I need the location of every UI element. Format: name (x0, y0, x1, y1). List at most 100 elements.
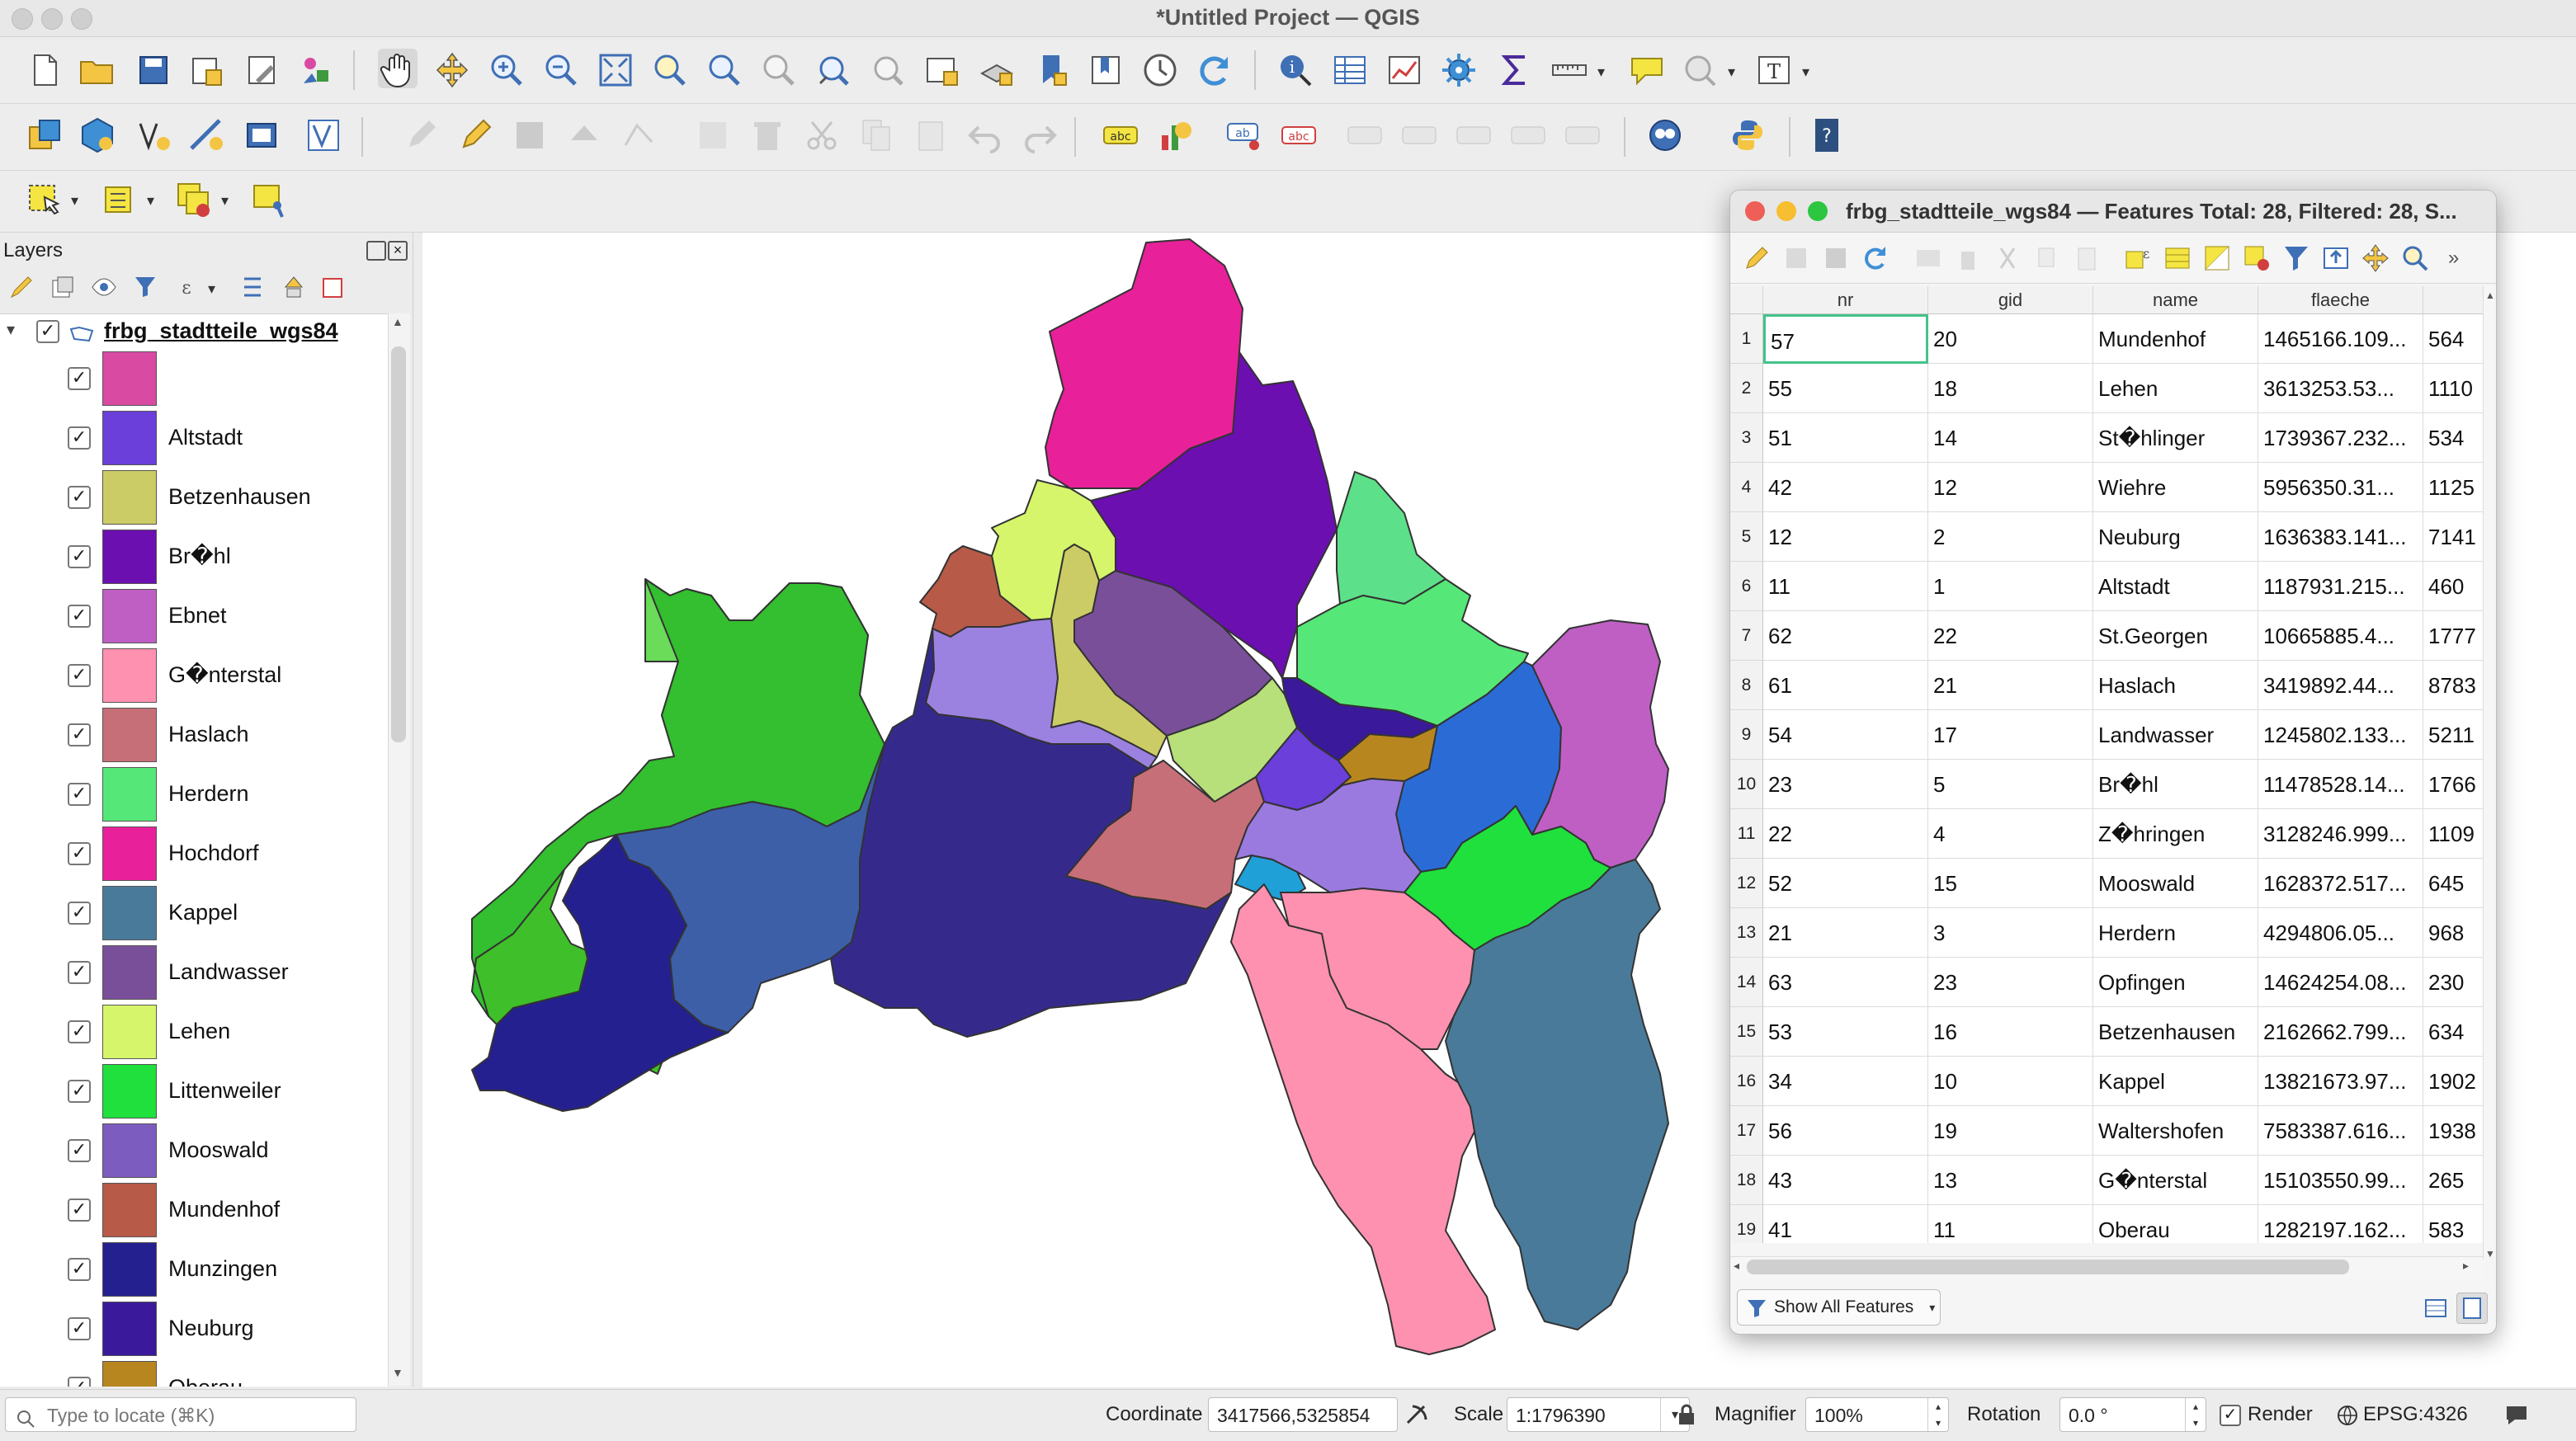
table-cell[interactable]: 1282197.162... (2258, 1205, 2423, 1243)
legend-item-checkbox[interactable]: ✓ (68, 1020, 91, 1043)
save-edits-icon[interactable] (1821, 243, 1851, 273)
paste-features-icon[interactable] (911, 115, 951, 155)
select-by-expression-icon[interactable] (101, 181, 140, 220)
zoom-to-layer-icon[interactable] (705, 50, 744, 90)
cut-icon[interactable] (1993, 243, 2022, 273)
table-cell[interactable]: 968 (2423, 908, 2483, 958)
temporal-controller-icon[interactable] (1140, 50, 1180, 90)
rotation-stepper[interactable]: ▴ ▾ (2185, 1398, 2206, 1431)
label-properties-icon[interactable] (1563, 115, 1602, 155)
table-cell[interactable]: 12 (1928, 463, 2093, 512)
table-cell[interactable]: Br�hl (2093, 760, 2258, 809)
copy-icon[interactable] (2032, 243, 2062, 273)
attribute-table-grid[interactable]: nr gid name flaeche 1 57 20 Mundenhof 1465166.1… (1730, 286, 2483, 1243)
table-cell[interactable]: 23 (1763, 760, 1928, 809)
legend-item[interactable]: ✓ Lehen (0, 1002, 388, 1062)
row-number[interactable]: 12 (1730, 859, 1763, 908)
copy-features-icon[interactable] (856, 115, 896, 155)
legend-item-checkbox[interactable]: ✓ (68, 1317, 91, 1340)
deselect-all-icon[interactable] (175, 181, 215, 220)
table-cell[interactable]: 2162662.799... (2258, 1007, 2423, 1057)
measure-line-icon[interactable] (1550, 50, 1589, 90)
new-bookmark-icon[interactable] (1031, 50, 1071, 90)
row-number[interactable]: 9 (1730, 710, 1763, 760)
new-project-icon[interactable] (25, 50, 64, 90)
filter-legend-icon[interactable] (132, 274, 158, 300)
legend-item-checkbox[interactable]: ✓ (68, 1377, 91, 1387)
table-cell[interactable]: 1938 (2423, 1106, 2483, 1156)
python-console-icon[interactable] (1728, 115, 1767, 155)
delete-selected-icon[interactable] (748, 115, 787, 155)
close-panel-icon[interactable]: × (388, 241, 408, 261)
table-cell[interactable]: Wiehre (2093, 463, 2258, 512)
legend-item[interactable]: ✓ Betzenhausen (0, 468, 388, 527)
table-cell[interactable]: Z�hringen (2093, 809, 2258, 859)
table-cell[interactable]: 1187931.215... (2258, 562, 2423, 611)
legend-item[interactable]: ✓ G�nterstal (0, 646, 388, 705)
toggle-editing-icon[interactable] (455, 115, 495, 155)
table-cell[interactable]: 1110 (2423, 364, 2483, 413)
table-cell[interactable]: 21 (1763, 908, 1928, 958)
row-number[interactable]: 15 (1730, 1007, 1763, 1057)
legend-item[interactable]: ✓ Mooswald (0, 1121, 388, 1180)
cut-features-icon[interactable] (802, 115, 842, 155)
new-3d-view-icon[interactable] (977, 50, 1017, 90)
undo-icon[interactable] (965, 115, 1005, 155)
deselect-icon[interactable] (2242, 243, 2272, 273)
column-header[interactable]: flaeche (2258, 286, 2423, 314)
row-number[interactable]: 3 (1730, 413, 1763, 463)
row-number[interactable]: 6 (1730, 562, 1763, 611)
form-view-icon[interactable] (2456, 1293, 2488, 1324)
new-virtual-layer-icon[interactable] (243, 115, 282, 155)
toggle-extents-icon[interactable] (1404, 1403, 1429, 1428)
expand-all-icon[interactable] (239, 274, 266, 300)
table-cell[interactable]: 564 (2423, 314, 2483, 364)
locator-search-input[interactable]: Type to locate (⌘K) (5, 1397, 356, 1432)
table-cell[interactable]: Lehen (2093, 364, 2258, 413)
table-cell[interactable]: 3128246.999... (2258, 809, 2423, 859)
table-cell[interactable]: 4294806.05... (2258, 908, 2423, 958)
scrollbar-thumb[interactable] (1747, 1260, 2349, 1274)
legend-item-checkbox[interactable]: ✓ (68, 1258, 91, 1281)
row-number[interactable]: 14 (1730, 958, 1763, 1007)
legend-item-checkbox[interactable]: ✓ (68, 842, 91, 865)
row-number[interactable]: 2 (1730, 364, 1763, 413)
table-cell[interactable]: 1465166.109... (2258, 314, 2423, 364)
table-cell[interactable]: Kappel (2093, 1057, 2258, 1106)
table-cell[interactable]: 14 (1928, 413, 2093, 463)
table-cell[interactable]: 1739367.232... (2258, 413, 2423, 463)
new-map-view-icon[interactable] (922, 50, 962, 90)
legend-item[interactable]: ✓ Hochdorf (0, 824, 388, 883)
zoom-in-icon[interactable] (487, 50, 526, 90)
table-horizontal-scrollbar[interactable]: ◂ ▸ (1730, 1256, 2483, 1279)
invert-selection-icon[interactable] (2202, 243, 2232, 273)
table-cell[interactable]: 5211 (2423, 710, 2483, 760)
help-icon[interactable]: ? (1807, 115, 1847, 155)
table-cell[interactable]: Oberau (2093, 1205, 2258, 1243)
save-layer-edits-icon[interactable] (510, 115, 550, 155)
table-cell[interactable]: 1628372.517... (2258, 859, 2423, 908)
show-hide-labels-icon[interactable] (1345, 115, 1385, 155)
legend-item[interactable]: ✓ Br�hl (0, 527, 388, 586)
sum-icon[interactable] (1495, 50, 1535, 90)
legend-item-checkbox[interactable]: ✓ (68, 367, 91, 390)
legend-item-checkbox[interactable]: ✓ (68, 783, 91, 806)
table-cell[interactable]: Haslach (2093, 661, 2258, 710)
table-cell[interactable]: 23 (1928, 958, 2093, 1007)
print-layout-icon[interactable] (243, 50, 282, 90)
table-cell[interactable]: 10 (1928, 1057, 2093, 1106)
locator-dropdown-icon[interactable]: ▾ (1728, 64, 1735, 81)
table-cell[interactable]: 17 (1928, 710, 2093, 760)
table-cell[interactable]: 5 (1928, 760, 2093, 809)
current-edits-icon[interactable] (401, 115, 441, 155)
table-cell[interactable]: 16 (1928, 1007, 2093, 1057)
layers-scrollbar[interactable]: ▲ ▼ (388, 313, 410, 1386)
redo-icon[interactable] (1020, 115, 1059, 155)
zoom-to-selection-icon[interactable] (650, 50, 690, 90)
table-cell[interactable]: 57 (1763, 314, 1928, 364)
style-panel-icon[interactable] (8, 274, 35, 300)
select-features-icon[interactable] (25, 181, 64, 220)
table-cell[interactable]: 62 (1763, 611, 1928, 661)
pan-to-selection-icon[interactable] (432, 50, 472, 90)
table-cell[interactable]: 645 (2423, 859, 2483, 908)
